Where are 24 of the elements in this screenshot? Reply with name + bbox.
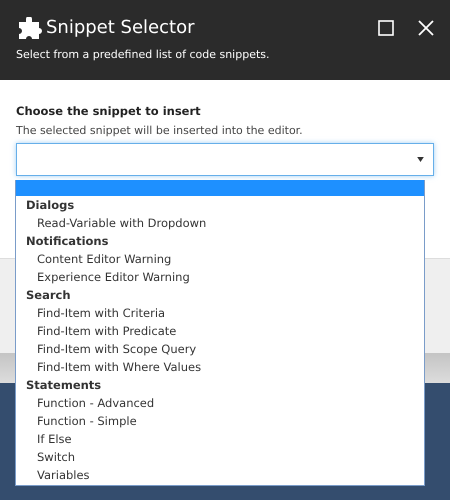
- option-item[interactable]: Experience Editor Warning: [16, 268, 424, 286]
- option-item[interactable]: If Else: [16, 430, 424, 448]
- option-group-label: Search: [25, 287, 72, 304]
- option-item[interactable]: Find-Item with Criteria: [16, 304, 424, 322]
- option-item[interactable]: Variables: [16, 466, 424, 484]
- option-item[interactable]: Function - Advanced: [16, 394, 424, 412]
- field-description: The selected snippet will be inserted into the editor.: [16, 124, 304, 137]
- option-item[interactable]: Switch: [16, 448, 424, 466]
- option-item[interactable]: Read-Variable with Dropdown: [16, 214, 424, 232]
- option-group-label: Statements: [25, 377, 102, 394]
- window-subtitle: Select from a predefined list of code snippets.: [16, 48, 270, 61]
- option-item[interactable]: Find-Item with Predicate: [16, 322, 424, 340]
- option-item[interactable]: Find-Item with Where Values: [16, 358, 424, 376]
- puzzle-icon: [16, 17, 42, 39]
- window-title: Snippet Selector: [46, 16, 194, 40]
- option-item[interactable]: Content Editor Warning: [16, 250, 424, 268]
- option-group-label: Notifications: [25, 233, 110, 250]
- caret-icon: [417, 157, 424, 162]
- option-item[interactable]: Function - Simple: [16, 412, 424, 430]
- close-icon[interactable]: [418, 20, 434, 36]
- option-item[interactable]: Find-Item with Scope Query: [16, 340, 424, 358]
- option-group-label: Dialogs: [25, 197, 76, 214]
- maximize-icon[interactable]: [378, 20, 394, 36]
- field-label: Choose the snippet to insert: [16, 104, 202, 118]
